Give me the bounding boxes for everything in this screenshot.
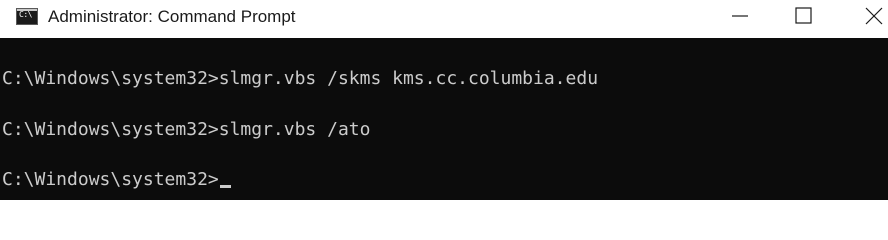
console-prompt-line[interactable]: C:\Windows\system32>	[2, 168, 231, 192]
command-prompt-icon[interactable]: C:\	[16, 8, 38, 25]
console-output[interactable]: C:\Windows\system32>slmgr.vbs /skms kms.…	[0, 38, 888, 200]
maximize-icon	[795, 7, 812, 24]
close-icon	[865, 7, 883, 25]
console-line: C:\Windows\system32>slmgr.vbs /ato	[2, 119, 371, 140]
title-bar[interactable]: C:\ Administrator: Command Prompt	[0, 0, 888, 38]
command-prompt-window: C:\ Administrator: Command Prompt C:\Win…	[0, 0, 888, 200]
console-line: C:\Windows\system32>slmgr.vbs /skms kms.…	[2, 68, 599, 89]
minimize-button[interactable]	[714, 0, 760, 32]
minimize-icon	[732, 15, 748, 17]
maximize-button[interactable]	[780, 0, 826, 32]
window-title: Administrator: Command Prompt	[48, 7, 296, 26]
icon-glyph: C:\	[19, 10, 32, 19]
prompt-text: C:\Windows\system32>	[2, 169, 219, 190]
text-cursor	[219, 185, 231, 188]
close-button[interactable]	[842, 0, 888, 32]
